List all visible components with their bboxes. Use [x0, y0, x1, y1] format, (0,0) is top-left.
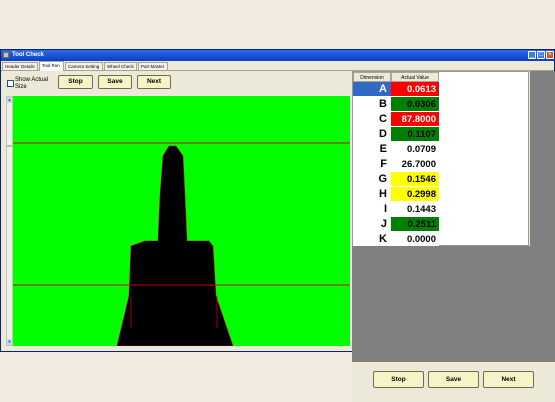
dimension-label[interactable]: H [353, 187, 391, 202]
scroll-thumb[interactable] [7, 145, 12, 147]
table-row: A 0.0613 [353, 82, 439, 97]
table-row: B 0.0306 [353, 97, 439, 112]
bottom-save-button[interactable]: Save [428, 371, 479, 388]
actual-value-cell: 87.8000 [391, 112, 439, 127]
actual-value-cell: 26.7000 [391, 157, 439, 172]
tab-bar: Header Details Tool Run Camera Setting W… [1, 61, 554, 71]
table-row: J 0.2511 [353, 217, 439, 232]
actual-value-cell: 0.2511 [391, 217, 439, 232]
actual-value-cell: 0.1107 [391, 127, 439, 142]
dimension-table: Dimension Actual Value A 0.0613 B 0.0306 C 87… [352, 71, 529, 247]
table-row: G 0.1546 [353, 172, 439, 187]
minimize-icon[interactable]: _ [528, 51, 536, 59]
table-row: I 0.1443 [353, 202, 439, 217]
dimension-label[interactable]: G [353, 172, 391, 187]
save-button[interactable]: Save [98, 75, 132, 89]
tab-wheel-check[interactable]: Wheel Check [104, 62, 137, 70]
show-actual-size-label: Show Actual Size [15, 77, 49, 90]
dimension-label[interactable]: A [353, 82, 391, 97]
dimension-label[interactable]: E [353, 142, 391, 157]
actual-value-cell: 0.0613 [391, 82, 439, 97]
actual-value-cell: 0.1443 [391, 202, 439, 217]
tab-part-master[interactable]: Part Master [138, 62, 168, 70]
tool-profile-shape [116, 145, 234, 346]
bottom-stop-button[interactable]: Stop [373, 371, 424, 388]
tab-camera-setting[interactable]: Camera Setting [65, 62, 103, 70]
grey-panel [352, 246, 555, 362]
dimension-column-header: Dimension [353, 72, 391, 82]
actual-value-column-header: Actual Value [391, 72, 439, 82]
dimension-label[interactable]: D [353, 127, 391, 142]
dimension-label[interactable]: F [353, 157, 391, 172]
maximize-icon[interactable]: □ [537, 51, 545, 59]
table-row: E 0.0709 [353, 142, 439, 157]
tool-image-canvas [13, 96, 350, 346]
next-button[interactable]: Next [137, 75, 171, 89]
app-icon [3, 52, 9, 58]
table-row: D 0.1107 [353, 127, 439, 142]
bottom-next-button[interactable]: Next [483, 371, 534, 388]
stop-button[interactable]: Stop [58, 75, 93, 89]
actual-value-cell: 0.2998 [391, 187, 439, 202]
table-row: F 26.7000 [353, 157, 439, 172]
table-row: H 0.2998 [353, 187, 439, 202]
close-icon[interactable]: × [546, 51, 554, 59]
tool-check-window: Tool Check _ □ × Header Details Tool Run… [0, 49, 555, 402]
actual-value-cell: 0.0000 [391, 232, 439, 247]
dimension-label[interactable]: K [353, 232, 391, 247]
dimension-label[interactable]: I [353, 202, 391, 217]
window-title: Tool Check [12, 52, 44, 58]
table-row: K 0.0000 [353, 232, 439, 247]
table-row: C 87.8000 [353, 112, 439, 127]
tool-silhouette [13, 142, 350, 346]
tab-tool-run[interactable]: Tool Run [39, 61, 64, 71]
title-bar: Tool Check _ □ × [1, 50, 554, 61]
actual-value-cell: 0.0306 [391, 97, 439, 112]
dimension-label[interactable]: C [353, 112, 391, 127]
scroll-down-icon[interactable]: ▼ [7, 339, 12, 345]
dimension-label[interactable]: B [353, 97, 391, 112]
canvas-scrollbar[interactable]: ▲ ▼ [6, 96, 13, 346]
scroll-up-icon[interactable]: ▲ [7, 97, 12, 103]
table-empty-area [530, 71, 555, 246]
tab-header-details[interactable]: Header Details [2, 62, 38, 70]
bottom-button-strip: Stop Save Next [352, 362, 555, 402]
dimension-label[interactable]: J [353, 217, 391, 232]
actual-value-cell: 0.1546 [391, 172, 439, 187]
show-actual-size-checkbox[interactable] [7, 80, 14, 87]
actual-value-cell: 0.0709 [391, 142, 439, 157]
